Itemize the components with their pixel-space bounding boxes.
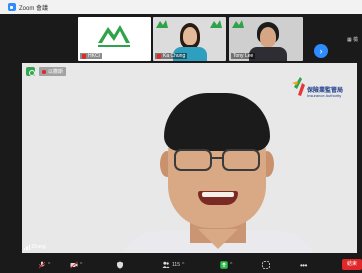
chevron-up-icon[interactable]: ^	[48, 262, 50, 268]
mute-button[interactable]: ^	[38, 259, 50, 271]
connection-label: Zhang	[31, 244, 46, 250]
video-badge-icon	[26, 67, 35, 76]
speaker-label: 以撒斯	[39, 67, 67, 76]
gallery-next-button[interactable]: ›	[314, 44, 328, 58]
participants-icon	[162, 261, 170, 268]
more-button[interactable]: •••	[300, 259, 307, 271]
security-button[interactable]	[116, 259, 124, 271]
record-icon	[262, 261, 270, 269]
hkci-logo-small	[210, 20, 222, 28]
end-meeting-button[interactable]: 結束	[342, 259, 362, 270]
mic-muted-icon	[157, 53, 161, 59]
participant-name-text: Ka Chung	[163, 53, 186, 59]
chevron-right-icon: ›	[319, 46, 323, 56]
hkci-logo	[98, 25, 130, 47]
gallery-side-label[interactable]: ▦ 檢	[347, 36, 358, 43]
chevron-up-icon[interactable]: ^	[80, 262, 82, 268]
grid-icon: ▦	[347, 37, 352, 43]
zoom-app-icon	[8, 3, 16, 11]
speaker-teeth	[202, 192, 234, 197]
participants-button[interactable]: 115 ^	[162, 259, 184, 271]
connection-indicator: Zhang	[24, 244, 46, 250]
main-video[interactable]: 以撒斯 保險業監管局 Insurance Authority Zhang	[22, 63, 357, 253]
participant-tile-tony-lee[interactable]: Tony Lee	[229, 17, 303, 61]
record-button[interactable]	[262, 259, 270, 271]
more-dots-icon: •••	[300, 260, 307, 270]
participant-name: Tony Lee	[231, 53, 256, 59]
mic-muted-icon	[82, 53, 86, 59]
participant-name-text: HKCI	[88, 53, 100, 59]
hkci-logo-small	[156, 20, 168, 28]
window-titlebar: Zoom 會議	[0, 0, 362, 14]
participant-tile-ka-chung[interactable]: Ka Chung	[153, 17, 226, 61]
hkci-logo-small	[232, 20, 244, 28]
participant-tile-hkci[interactable]: HKCI	[78, 17, 151, 61]
chevron-up-icon[interactable]: ^	[230, 262, 232, 268]
speaker-label-text: 以撒斯	[48, 69, 64, 75]
participants-count: 115	[172, 262, 180, 268]
participant-name-text: Tony Lee	[233, 53, 254, 59]
recording-dot-icon	[42, 69, 46, 74]
gallery-side-text: 檢	[353, 37, 359, 43]
participant-name: HKCI	[80, 53, 102, 59]
share-screen-button[interactable]: ^	[220, 259, 232, 271]
participant-face	[183, 27, 197, 45]
video-button[interactable]: ^	[70, 259, 82, 271]
insurance-authority-logo-icon	[292, 77, 305, 96]
meeting-toolbar: ^ ^ 115 ^ ^ •••	[0, 257, 362, 273]
participant-face	[260, 27, 276, 47]
speaker-hair	[164, 93, 270, 151]
shield-icon	[117, 261, 123, 269]
signal-bars-icon	[24, 244, 30, 250]
ia-logo-en: Insurance Authority	[307, 93, 342, 98]
window-title: Zoom 會議	[19, 5, 49, 12]
chevron-up-icon[interactable]: ^	[182, 262, 184, 268]
participant-name: Ka Chung	[155, 53, 188, 59]
gallery-strip: HKCI Ka Chung Tony Lee › ▦ 檢	[0, 14, 362, 62]
video-off-icon	[70, 261, 78, 269]
speaker-glasses	[168, 149, 266, 173]
share-screen-icon	[220, 261, 228, 269]
mic-off-icon	[38, 261, 46, 269]
